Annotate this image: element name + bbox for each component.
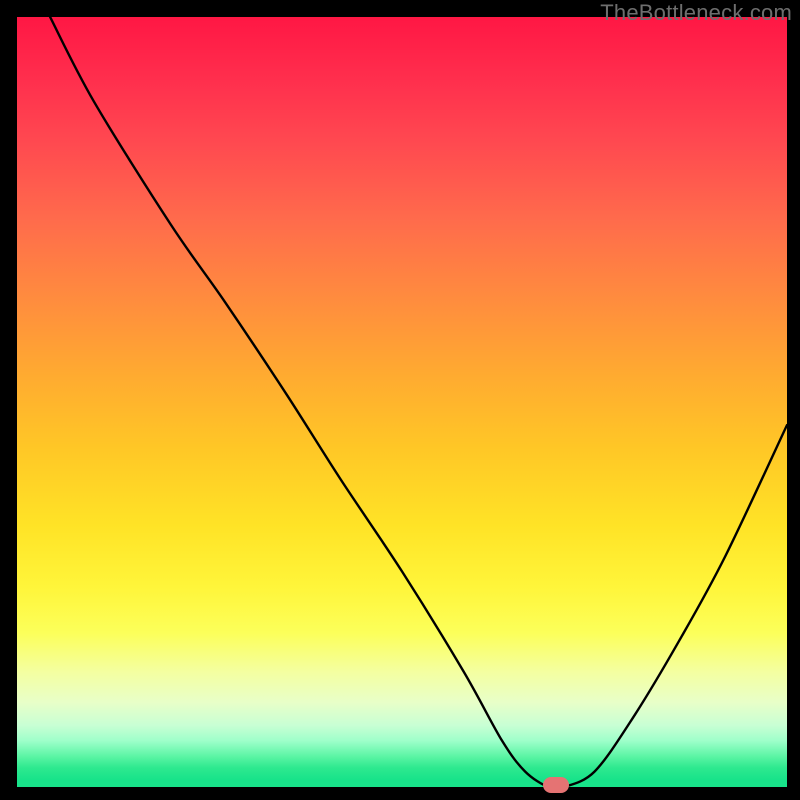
minimum-marker <box>543 777 569 793</box>
bottleneck-curve <box>17 17 787 787</box>
chart-container: TheBottleneck.com <box>0 0 800 800</box>
curve-path <box>50 17 787 787</box>
plot-area <box>17 17 787 787</box>
watermark-text: TheBottleneck.com <box>600 0 792 26</box>
